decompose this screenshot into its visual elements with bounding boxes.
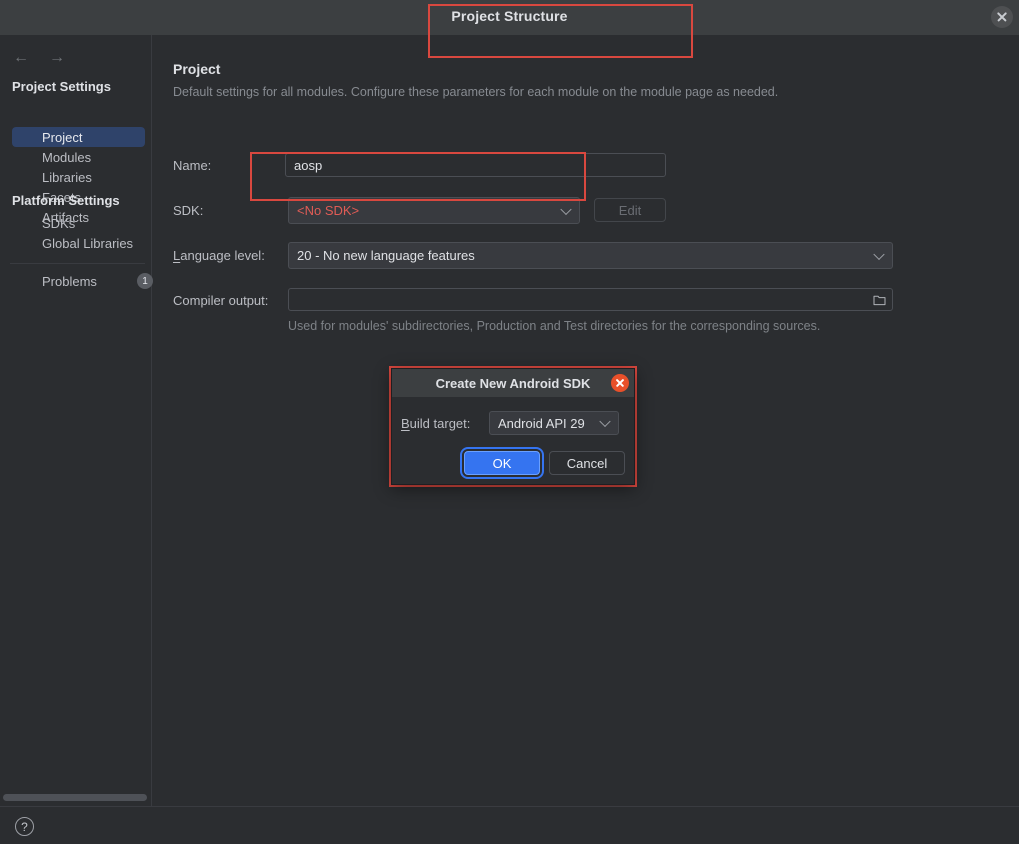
- name-label: Name:: [173, 158, 212, 173]
- problems-count-badge: 1: [137, 273, 153, 289]
- forward-arrow-icon[interactable]: →: [46, 47, 68, 69]
- language-level-combobox[interactable]: 20 - No new language features: [288, 242, 893, 269]
- sidebar-item-modules[interactable]: Modules: [12, 147, 145, 167]
- sidebar-item-label: Global Libraries: [42, 235, 134, 251]
- compiler-output-hint: Used for modules' subdirectories, Produc…: [288, 319, 821, 333]
- dialog-cancel-button[interactable]: Cancel: [549, 451, 625, 475]
- build-target-mnemonic: B: [401, 416, 410, 431]
- language-level-label: Language level:: [173, 248, 265, 263]
- sidebar-item-label: Libraries: [42, 169, 92, 185]
- window-close-icon[interactable]: [991, 6, 1013, 28]
- window-title: Project Structure: [451, 8, 568, 24]
- project-structure-window: Project Structure ← → Project Settings P…: [0, 0, 1019, 844]
- sidebar-item-global-libraries[interactable]: Global Libraries: [12, 233, 145, 253]
- help-icon[interactable]: ?: [15, 817, 34, 836]
- build-target-label-rest: uild target:: [409, 416, 471, 431]
- project-name-input[interactable]: aosp: [285, 153, 666, 177]
- build-target-combobox[interactable]: Android API 29: [489, 411, 619, 435]
- sidebar-section-platform-settings: Platform Settings: [12, 193, 120, 208]
- chevron-down-icon: [599, 415, 611, 428]
- sdk-value: <No SDK>: [297, 203, 360, 218]
- window-title-bar: Project Structure: [0, 0, 1019, 35]
- compiler-output-label: Compiler output:: [173, 293, 269, 308]
- language-level-label-rest: anguage level:: [180, 248, 265, 263]
- chevron-down-icon: [560, 203, 572, 215]
- settings-sidebar: ← → Project Settings Project Modules Lib…: [0, 35, 153, 806]
- folder-icon[interactable]: [867, 288, 891, 312]
- sidebar-section-project-settings: Project Settings: [12, 79, 111, 94]
- sidebar-item-label: Modules: [42, 149, 92, 165]
- project-name-value: aosp: [294, 157, 323, 173]
- sdk-edit-button[interactable]: Edit: [594, 198, 666, 222]
- dialog-close-icon[interactable]: [611, 374, 629, 392]
- sdk-label: SDK:: [173, 203, 204, 218]
- sidebar-item-libraries[interactable]: Libraries: [12, 167, 145, 187]
- sdk-edit-label: Edit: [618, 202, 642, 218]
- sidebar-item-label: SDKs: [42, 215, 76, 231]
- sidebar-divider: [10, 263, 145, 264]
- compiler-output-input[interactable]: [288, 288, 893, 311]
- sidebar-horizontal-scrollbar[interactable]: [0, 793, 151, 802]
- back-arrow-icon[interactable]: ←: [10, 47, 32, 69]
- navigation-arrows: ← →: [10, 47, 68, 69]
- problems-label: Problems: [42, 273, 97, 289]
- dialog-title: Create New Android SDK: [435, 375, 591, 391]
- dialog-ok-button[interactable]: OK: [460, 447, 544, 479]
- sidebar-item-project[interactable]: Project: [12, 127, 145, 147]
- build-target-label: Build target:: [401, 416, 470, 431]
- sidebar-item-problems[interactable]: Problems 1: [12, 271, 153, 291]
- page-subtitle: Default settings for all modules. Config…: [173, 85, 779, 99]
- language-level-value: 20 - No new language features: [297, 248, 475, 263]
- dialog-cancel-label: Cancel: [566, 455, 608, 471]
- dialog-ok-label: OK: [492, 455, 512, 471]
- chevron-down-icon: [873, 248, 885, 260]
- sdk-combobox[interactable]: <No SDK>: [288, 197, 580, 224]
- create-new-android-sdk-dialog: Create New Android SDK Build target: And…: [391, 368, 635, 485]
- dialog-button-bar: ? OK Cancel Apply: [0, 806, 1019, 844]
- dialog-title-bar: Create New Android SDK: [392, 369, 634, 397]
- page-title: Project: [173, 61, 221, 77]
- build-target-value: Android API 29: [498, 415, 585, 431]
- sidebar-item-label: Project: [42, 129, 83, 145]
- scrollbar-thumb[interactable]: [3, 794, 147, 801]
- sidebar-item-sdks[interactable]: SDKs: [12, 213, 145, 233]
